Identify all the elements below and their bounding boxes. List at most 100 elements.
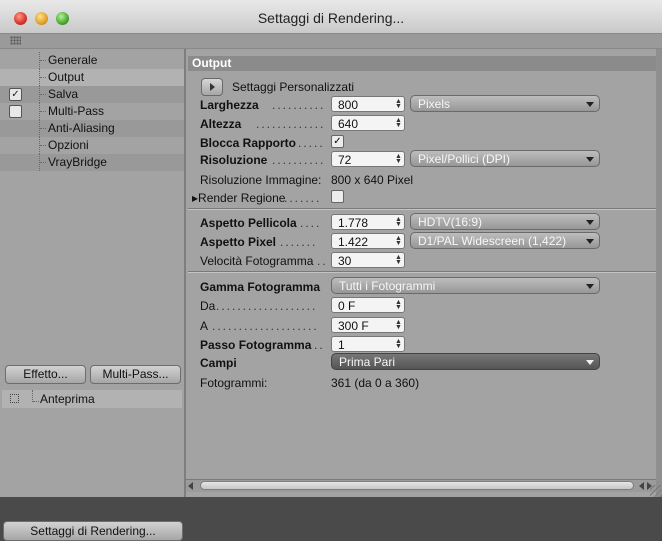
pixel-aspect-row: Aspetto Pixel ....... 1.422 ▲ ▼ D1/PAL Wi… bbox=[186, 232, 656, 251]
resolution-label: Risoluzione bbox=[200, 153, 268, 167]
frame-step-field[interactable]: 1 ▲ ▼ bbox=[331, 336, 405, 352]
image-resolution-value: 800 x 640 Pixel bbox=[331, 173, 414, 187]
frame-rate-label: Velocità Fotogramma bbox=[200, 254, 314, 268]
sidebar-item-vraybridge[interactable]: VrayBridge bbox=[0, 154, 184, 171]
preview-label: Anteprima bbox=[40, 392, 95, 406]
render-region-text: Render Regione bbox=[198, 191, 286, 205]
lock-ratio-checkbox[interactable]: ✓ bbox=[331, 135, 344, 148]
effect-button[interactable]: Effetto... bbox=[5, 365, 86, 384]
film-aspect-label: Aspetto Pellicola bbox=[200, 216, 297, 230]
image-resolution-row: Risoluzione Immagine: 800 x 640 Pixel bbox=[186, 170, 656, 189]
field-value: 1.778 bbox=[338, 216, 369, 230]
render-settings-button[interactable]: Settaggi di Rendering... bbox=[3, 521, 183, 541]
resolution-unit-dropdown[interactable]: Pixel/Pollici (DPI) bbox=[410, 150, 600, 167]
chevron-down-icon bbox=[586, 157, 594, 162]
to-row: A .................... 300 F ▲ ▼ bbox=[186, 316, 656, 335]
left-button-row: Effetto... Multi-Pass... bbox=[5, 365, 181, 385]
leader-dots: .......... bbox=[272, 98, 326, 112]
chevron-down-icon bbox=[586, 239, 594, 244]
leader-dots: ................... bbox=[216, 299, 318, 313]
sidebar-item-salva[interactable]: ✓ Salva bbox=[0, 86, 184, 103]
preview-item[interactable]: Anteprima bbox=[2, 390, 182, 408]
stepper-arrows-icon[interactable]: ▲ ▼ bbox=[395, 235, 402, 247]
scroll-thumb[interactable] bbox=[200, 481, 634, 490]
tree-line bbox=[39, 52, 48, 69]
leader-dots: ............. bbox=[256, 117, 326, 131]
render-region-checkbox[interactable] bbox=[331, 190, 344, 203]
title-bar[interactable]: Settaggi di Rendering... bbox=[0, 0, 662, 34]
tree-line bbox=[32, 390, 39, 402]
height-row: Altezza ............. 640 ▲ ▼ bbox=[186, 114, 656, 133]
sidebar-item-multi-pass[interactable]: Multi-Pass bbox=[0, 103, 184, 120]
preset-label: Settaggi Personalizzati bbox=[232, 80, 355, 94]
scroll-left-icon[interactable] bbox=[188, 482, 193, 490]
dropdown-value: Tutti i Fotogrammi bbox=[339, 279, 436, 293]
film-aspect-dropdown[interactable]: HDTV(16:9) bbox=[410, 213, 600, 230]
chevron-down-icon bbox=[586, 284, 594, 289]
sidebar-item-output[interactable]: Output bbox=[0, 69, 184, 86]
lock-ratio-label: Blocca Rapporto bbox=[200, 136, 297, 150]
field-value: 300 F bbox=[338, 319, 369, 333]
width-unit-dropdown[interactable]: Pixels bbox=[410, 95, 600, 112]
dropdown-value: HDTV(16:9) bbox=[418, 215, 483, 229]
multipass-button[interactable]: Multi-Pass... bbox=[90, 365, 181, 384]
frame-rate-field[interactable]: 30 ▲ ▼ bbox=[331, 252, 405, 268]
divider bbox=[188, 271, 656, 273]
stepper-arrows-icon[interactable]: ▲ ▼ bbox=[395, 153, 402, 165]
multipass-enable-checkbox[interactable] bbox=[9, 105, 22, 118]
to-field[interactable]: 300 F ▲ ▼ bbox=[331, 317, 405, 333]
sidebar-item-opzioni[interactable]: Opzioni bbox=[0, 137, 184, 154]
sidebar-item-generale[interactable]: Generale bbox=[0, 52, 184, 69]
tree-line bbox=[39, 120, 48, 137]
frame-range-row: Gamma Fotogramma Tutti i Fotogrammi bbox=[186, 277, 656, 296]
leader-dots: .. bbox=[317, 254, 328, 268]
frame-range-label: Gamma Fotogramma bbox=[200, 280, 321, 294]
to-label: A bbox=[200, 319, 209, 333]
leader-dots: ....... bbox=[280, 235, 318, 249]
stepper-arrows-icon[interactable]: ▲ ▼ bbox=[395, 117, 402, 129]
resize-grip-icon[interactable] bbox=[650, 485, 662, 497]
settings-tree: Generale Output ✓ Salva Multi-Pass Anti-… bbox=[0, 52, 184, 171]
frame-step-label: Passo Fotogramma bbox=[200, 338, 312, 352]
height-field[interactable]: 640 ▲ ▼ bbox=[331, 115, 405, 131]
field-value: 800 bbox=[338, 98, 359, 112]
chevron-down-icon bbox=[586, 220, 594, 225]
stepper-arrows-icon[interactable]: ▲ ▼ bbox=[395, 338, 402, 350]
stepper-arrows-icon[interactable]: ▲ ▼ bbox=[395, 216, 402, 228]
grip-icon[interactable] bbox=[10, 36, 21, 45]
from-label: Da bbox=[200, 299, 216, 313]
field-value: 30 bbox=[338, 254, 352, 268]
chevron-down-icon bbox=[586, 102, 594, 107]
dropdown-value: Prima Pari bbox=[339, 355, 396, 369]
stepper-arrows-icon[interactable]: ▲ ▼ bbox=[395, 319, 402, 331]
stepper-arrows-icon[interactable]: ▲ ▼ bbox=[395, 254, 402, 266]
film-aspect-field[interactable]: 1.778 ▲ ▼ bbox=[331, 214, 405, 230]
tree-line bbox=[39, 154, 48, 171]
fields-dropdown[interactable]: Prima Pari bbox=[331, 353, 600, 370]
leader-dots: .... bbox=[300, 216, 322, 230]
leader-dots: .......... bbox=[272, 153, 326, 167]
sidebar-item-label: Output bbox=[48, 70, 85, 84]
stepper-arrows-icon[interactable]: ▲ ▼ bbox=[395, 98, 402, 110]
horizontal-scrollbar[interactable] bbox=[186, 479, 656, 492]
scroll-left-icon[interactable] bbox=[639, 482, 644, 490]
stepper-arrows-icon[interactable]: ▲ ▼ bbox=[395, 299, 402, 311]
width-field[interactable]: 800 ▲ ▼ bbox=[331, 96, 405, 112]
pixel-aspect-field[interactable]: 1.422 ▲ ▼ bbox=[331, 233, 405, 249]
field-value: 640 bbox=[338, 117, 359, 131]
tree-line bbox=[39, 86, 48, 103]
salva-enable-checkbox[interactable]: ✓ bbox=[9, 88, 22, 101]
from-field[interactable]: 0 F ▲ ▼ bbox=[331, 297, 405, 313]
toolbar bbox=[0, 34, 662, 49]
resolution-field[interactable]: 72 ▲ ▼ bbox=[331, 151, 405, 167]
field-value: 1 bbox=[338, 338, 345, 352]
leader-dots: .. bbox=[314, 338, 325, 352]
leader-dots: .................... bbox=[212, 319, 319, 333]
window-title: Settaggi di Rendering... bbox=[257, 10, 405, 26]
expand-icon[interactable] bbox=[10, 394, 19, 403]
left-panel: Generale Output ✓ Salva Multi-Pass Anti-… bbox=[0, 49, 186, 541]
frame-step-row: Passo Fotogramma .. 1 ▲ ▼ bbox=[186, 335, 656, 354]
pixel-aspect-dropdown[interactable]: D1/PAL Widescreen (1,422) bbox=[410, 232, 600, 249]
sidebar-item-anti-aliasing[interactable]: Anti-Aliasing bbox=[0, 120, 184, 137]
frame-range-dropdown[interactable]: Tutti i Fotogrammi bbox=[331, 277, 600, 294]
